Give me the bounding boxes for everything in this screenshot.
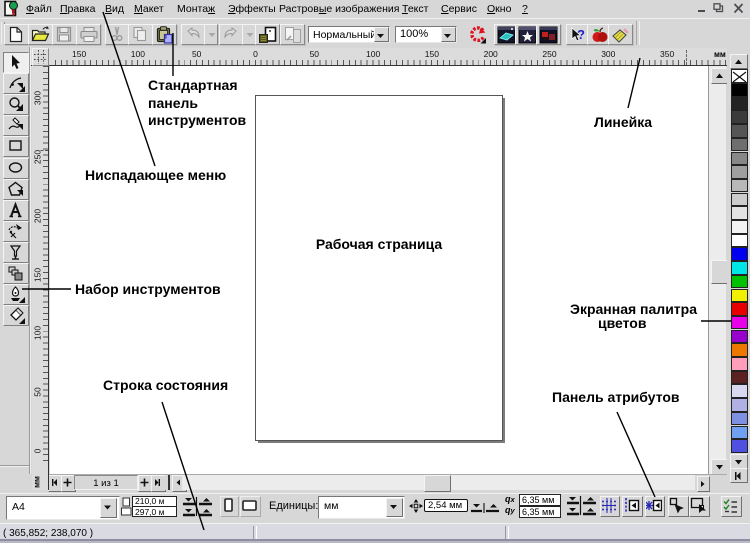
svg-text:200: 200 xyxy=(33,209,43,223)
svg-text:50: 50 xyxy=(33,387,43,397)
svg-text:мм: мм xyxy=(33,476,42,488)
svg-text:0: 0 xyxy=(33,448,43,453)
svg-text:300: 300 xyxy=(33,91,43,105)
svg-text:100: 100 xyxy=(33,326,43,340)
svg-text:150: 150 xyxy=(33,268,43,282)
